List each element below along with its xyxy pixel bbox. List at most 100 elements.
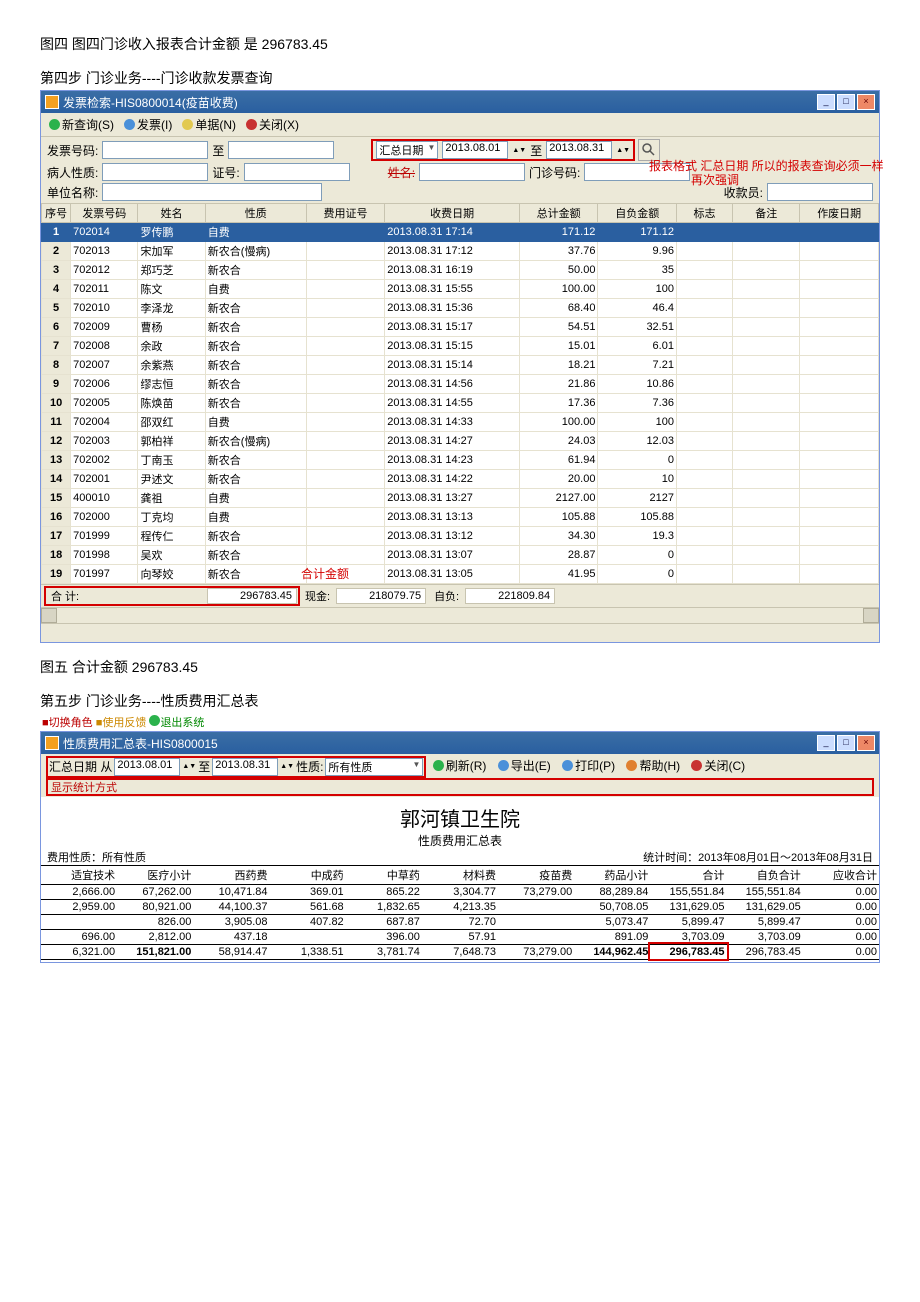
cert-input[interactable] [244, 163, 350, 181]
print-button[interactable]: 打印(P) [558, 756, 619, 775]
table-header[interactable]: 性质 [205, 204, 306, 223]
report-cell: 57.91 [422, 929, 498, 944]
maximize-button[interactable]: □ [837, 94, 855, 110]
table-row[interactable]: 18701998吴欢新农合2013.08.31 13:0728.870 [42, 546, 879, 565]
patient-nature-input[interactable] [102, 163, 208, 181]
close-button[interactable]: × [857, 735, 875, 751]
table-cell [676, 261, 732, 280]
table-cell: 14 [42, 470, 71, 489]
table-cell: 6.01 [598, 337, 677, 356]
table-cell: 15 [42, 489, 71, 508]
date-to-spinner[interactable]: ▲▼ [616, 147, 630, 154]
table-cell: 21.86 [519, 375, 598, 394]
report-cell: 865.22 [346, 884, 422, 899]
invoice-button[interactable]: 发票(I) [120, 115, 176, 134]
window2-titlebar[interactable]: 性质费用汇总表-HIS0800015 _ □ × [41, 732, 879, 754]
exit-menu[interactable]: 退出系统 [149, 717, 204, 729]
table-cell [306, 432, 385, 451]
report-header: 应收合计 [803, 865, 879, 884]
minimize-button[interactable]: _ [817, 735, 835, 751]
date-type-dropdown[interactable]: 汇总日期 [376, 141, 438, 159]
help-button[interactable]: 帮助(H) [622, 756, 684, 775]
table-cell: 新农合(慢病) [205, 242, 306, 261]
feedback-menu[interactable]: ■使用反馈 [96, 717, 147, 729]
table-row[interactable]: 2702013宋加军新农合(慢病)2013.08.31 17:1237.769.… [42, 242, 879, 261]
table-cell: 702010 [71, 299, 138, 318]
nature-summary-window: 性质费用汇总表-HIS0800015 _ □ × 汇总日期 从 2013.08.… [40, 731, 880, 963]
table-header[interactable]: 总计金额 [519, 204, 598, 223]
new-query-button[interactable]: 新查询(S) [45, 115, 118, 134]
table-header[interactable]: 发票号码 [71, 204, 138, 223]
table-row[interactable]: 14702001尹述文新农合2013.08.31 14:2220.0010 [42, 470, 879, 489]
window1-titlebar[interactable]: 发票检索-HIS0800014(疫苗收费) _ □ × [41, 91, 879, 113]
w2-to-spinner[interactable]: ▲▼ [280, 763, 294, 770]
report-cell: 155,551.84 [650, 884, 726, 899]
table-row[interactable]: 6702009曹杨新农合2013.08.31 15:1754.5132.51 [42, 318, 879, 337]
table-header[interactable]: 自负金额 [598, 204, 677, 223]
table-cell: 2013.08.31 15:55 [385, 280, 520, 299]
switch-role-menu[interactable]: ■切换角色 [42, 717, 93, 729]
maximize-button[interactable]: □ [837, 735, 855, 751]
w2-date-to[interactable]: 2013.08.31 [212, 758, 278, 776]
table-cell [800, 375, 879, 394]
table-row[interactable]: 7702008余政新农合2013.08.31 15:1515.016.01 [42, 337, 879, 356]
table-row[interactable]: 1702014罗传鹏自费2013.08.31 17:14171.12171.12 [42, 223, 879, 242]
table-row[interactable]: 3702012郑巧芝新农合2013.08.31 16:1950.0035 [42, 261, 879, 280]
name-input[interactable] [419, 163, 525, 181]
date-from-input[interactable]: 2013.08.01 [442, 141, 508, 159]
table-row[interactable]: 5702010李泽龙新农合2013.08.31 15:3668.4046.4 [42, 299, 879, 318]
report-header: 合计 [650, 865, 726, 884]
invoice-from-input[interactable] [102, 141, 208, 159]
w2-date-from[interactable]: 2013.08.01 [114, 758, 180, 776]
refresh-button[interactable]: 刷新(R) [429, 756, 491, 775]
table-cell [800, 242, 879, 261]
table-row[interactable]: 16702000丁克均自费2013.08.31 13:13105.88105.8… [42, 508, 879, 527]
export-button[interactable]: 导出(E) [494, 756, 555, 775]
table-row[interactable]: 19701997向琴姣新农合2013.08.31 13:0541.950 [42, 565, 879, 584]
date-from-spinner[interactable]: ▲▼ [512, 147, 526, 154]
table-cell [676, 356, 732, 375]
table-header[interactable]: 备注 [733, 204, 800, 223]
close-toolbar-button[interactable]: 关闭(X) [242, 115, 303, 134]
unit-input[interactable] [102, 183, 322, 201]
date-to-input[interactable]: 2013.08.31 [546, 141, 612, 159]
table-header[interactable]: 费用证号 [306, 204, 385, 223]
table-cell: 702013 [71, 242, 138, 261]
table-row[interactable]: 13702002丁南玉新农合2013.08.31 14:2361.940 [42, 451, 879, 470]
table-cell: 702005 [71, 394, 138, 413]
invoice-to-input[interactable] [228, 141, 334, 159]
table-cell: 2013.08.31 13:12 [385, 527, 520, 546]
table-cell [676, 546, 732, 565]
table-row[interactable]: 8702007余紫燕新农合2013.08.31 15:1418.217.21 [42, 356, 879, 375]
table-row[interactable]: 9702006缪志恒新农合2013.08.31 14:5621.8610.86 [42, 375, 879, 394]
table-header[interactable]: 收费日期 [385, 204, 520, 223]
table-cell [733, 489, 800, 508]
bill-button[interactable]: 单据(N) [178, 115, 240, 134]
close-button-2[interactable]: 关闭(C) [687, 756, 749, 775]
table-row[interactable]: 11702004邵双红自费2013.08.31 14:33100.00100 [42, 413, 879, 432]
table-cell [306, 318, 385, 337]
table-row[interactable]: 17701999程传仁新农合2013.08.31 13:1234.3019.3 [42, 527, 879, 546]
table-header[interactable]: 姓名 [138, 204, 205, 223]
table-header[interactable]: 序号 [42, 204, 71, 223]
table-cell: 37.76 [519, 242, 598, 261]
table-cell: 宋加军 [138, 242, 205, 261]
table-header[interactable]: 作废日期 [800, 204, 879, 223]
h-scrollbar[interactable] [41, 607, 879, 623]
table-row[interactable]: 15400010龚祖自费2013.08.31 13:272127.002127 [42, 489, 879, 508]
table-cell: 新农合(慢病) [205, 432, 306, 451]
w2-from-spinner[interactable]: ▲▼ [182, 763, 196, 770]
close-button[interactable]: × [857, 94, 875, 110]
table-cell: 向琴姣 [138, 565, 205, 584]
table-cell [676, 299, 732, 318]
w2-nature-dropdown[interactable]: 所有性质 [325, 758, 423, 776]
minimize-button[interactable]: _ [817, 94, 835, 110]
table-cell: 9 [42, 375, 71, 394]
table-row[interactable]: 4702011陈文自费2013.08.31 15:55100.00100 [42, 280, 879, 299]
table-row[interactable]: 12702003郭柏祥新农合(慢病)2013.08.31 14:2724.031… [42, 432, 879, 451]
cashier-input[interactable] [767, 183, 873, 201]
table-cell [800, 223, 879, 242]
table-header[interactable]: 标志 [676, 204, 732, 223]
table-row[interactable]: 10702005陈焕苗新农合2013.08.31 14:5517.367.36 [42, 394, 879, 413]
table-cell [676, 527, 732, 546]
